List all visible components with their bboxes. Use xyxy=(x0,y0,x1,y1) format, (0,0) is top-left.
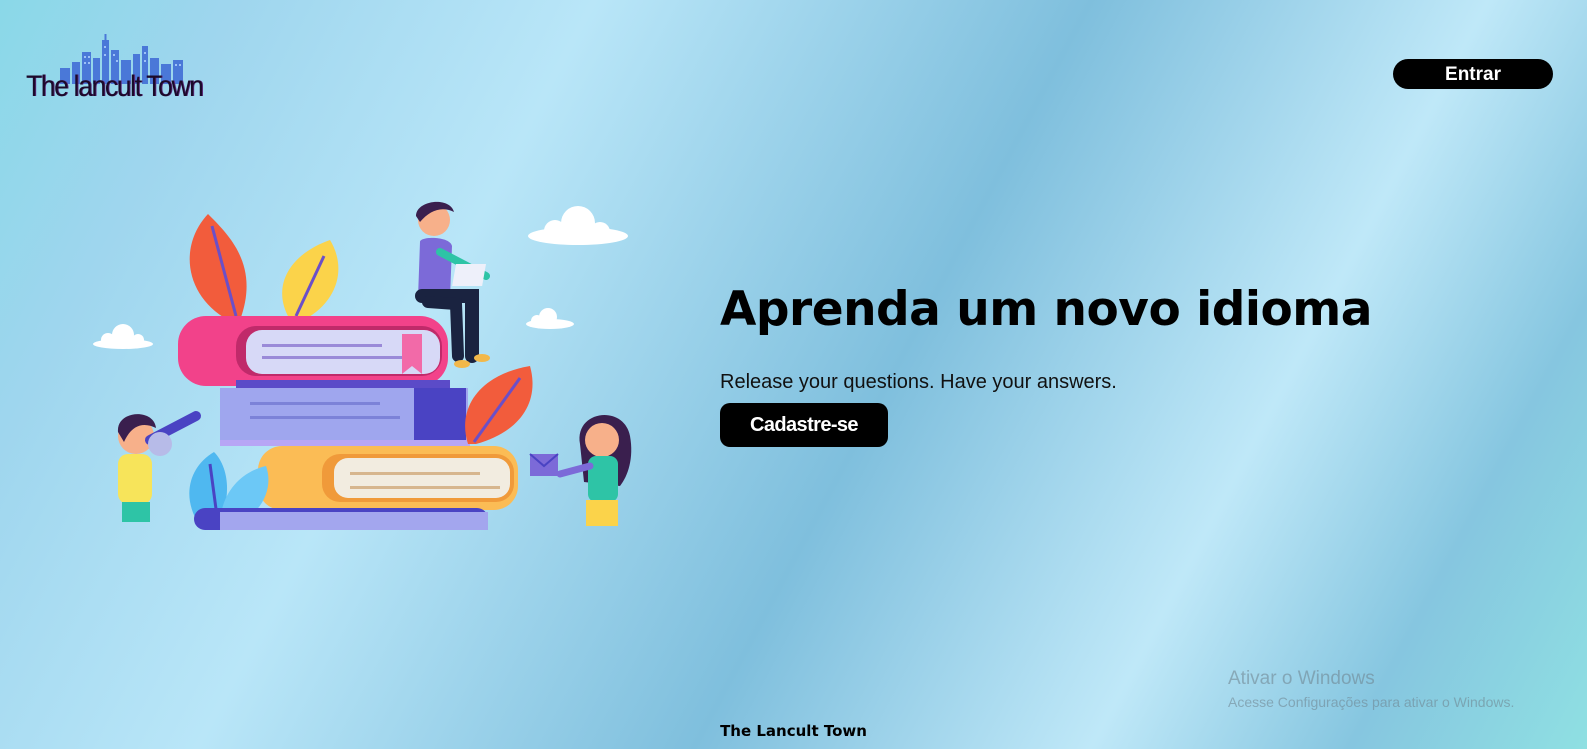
hero-subtitle: Release your questions. Have your answer… xyxy=(720,371,1117,393)
cloud-icon xyxy=(528,206,628,245)
brand-logo[interactable]: The lancult Town xyxy=(24,34,224,110)
cloud-icon xyxy=(526,308,574,329)
hero-illustration xyxy=(93,201,632,530)
windows-activation-watermark: Ativar o Windows Acesse Configurações pa… xyxy=(1228,668,1514,710)
book-icon xyxy=(220,388,470,446)
footer-text: The Lancult Town xyxy=(720,722,867,740)
hero-title: Aprenda um novo idioma xyxy=(720,282,1372,337)
windows-activation-title: Ativar o Windows xyxy=(1228,668,1375,689)
book-icon xyxy=(194,508,488,530)
child-telescope-figure xyxy=(117,411,201,522)
leaf-icon xyxy=(465,366,533,444)
logo-text: The lancult Town xyxy=(26,70,204,103)
girl-envelope-figure xyxy=(529,414,632,526)
windows-activation-subtitle: Acesse Configurações para ativar o Windo… xyxy=(1228,694,1515,710)
leaf-icon xyxy=(282,240,339,320)
leaf-icon xyxy=(189,214,247,320)
login-button[interactable]: Entrar xyxy=(1393,59,1553,89)
book-icon xyxy=(178,316,450,388)
signup-button[interactable]: Cadastre-se xyxy=(720,403,888,447)
cloud-icon xyxy=(93,324,153,349)
book-icon xyxy=(258,446,518,510)
